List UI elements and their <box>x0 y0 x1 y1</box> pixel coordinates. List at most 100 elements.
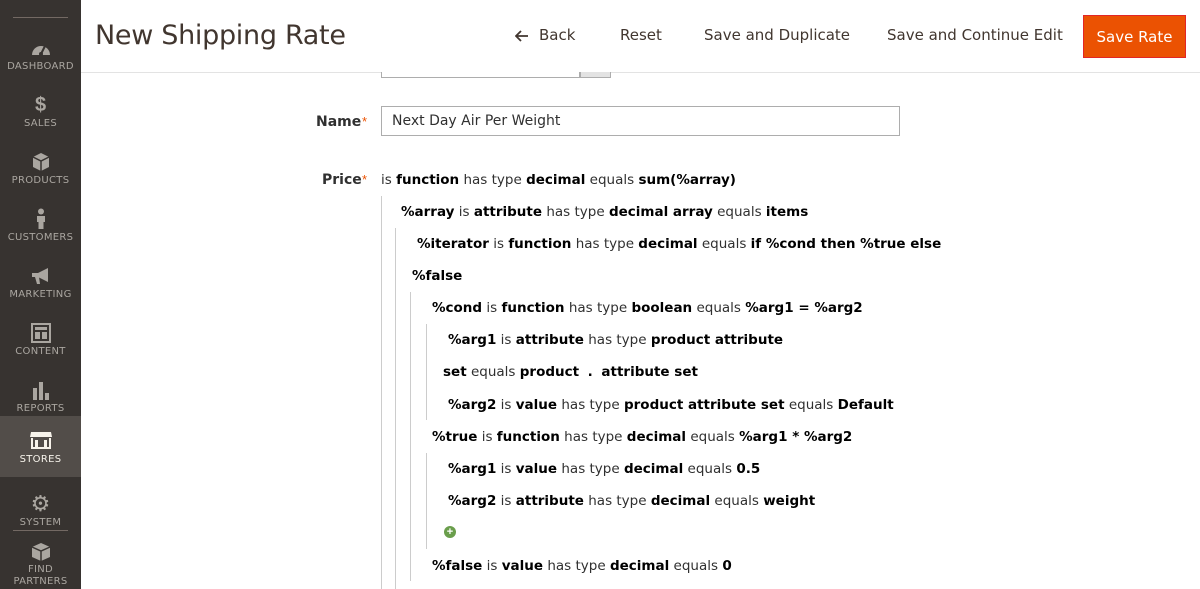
rule-token[interactable]: %arg1 <box>448 332 496 348</box>
rule-token[interactable]: attribute <box>516 332 584 348</box>
rule-token[interactable]: if %cond then %true else <box>751 236 942 252</box>
rule-token[interactable]: decimal <box>610 558 669 574</box>
rule-word: equals <box>470 364 516 380</box>
sidebar-item-dashboard[interactable]: DASHBOARD <box>0 23 81 80</box>
rule-word: equals <box>788 397 834 413</box>
rule-iterator[interactable]: %iterator is function has type decimal e… <box>417 236 941 252</box>
price-rule-root[interactable]: is function has type decimal equals sum(… <box>381 172 736 188</box>
rule-token[interactable]: function <box>396 172 459 188</box>
rule-word: equals <box>690 429 735 445</box>
rule-token[interactable]: value <box>502 558 543 574</box>
rule-token[interactable]: decimal <box>624 461 683 477</box>
rule-token[interactable]: value <box>516 397 557 413</box>
sidebar-item-reports[interactable]: REPORTS <box>0 365 81 422</box>
rule-cond-arg1-continuation[interactable]: set equals product . attribute set <box>443 364 698 380</box>
rule-word: has type <box>588 493 647 509</box>
gear-icon: ⚙ <box>30 491 51 516</box>
rule-word: has type <box>547 558 606 574</box>
rule-token[interactable]: sum(%array) <box>638 172 736 188</box>
rule-token[interactable]: product attribute <box>651 332 783 348</box>
rule-token[interactable]: decimal <box>627 429 686 445</box>
rule-token[interactable]: %cond <box>432 300 482 316</box>
rule-word: equals <box>589 172 635 188</box>
rule-word: is <box>486 558 498 574</box>
sidebar-item-products[interactable]: PRODUCTS <box>0 137 81 194</box>
sidebar-item-sales[interactable]: $ SALES <box>0 80 81 137</box>
rule-word: has type <box>561 397 620 413</box>
rule-token[interactable]: %array <box>401 204 454 220</box>
rule-token[interactable]: %false <box>432 558 482 574</box>
plus-circle-icon[interactable]: + <box>444 526 456 538</box>
rule-token[interactable]: Default <box>838 397 894 413</box>
back-button[interactable]: Back <box>514 26 576 44</box>
save-rate-button[interactable]: Save Rate <box>1083 15 1186 58</box>
sidebar-label-find-partners: FIND PARTNERS & <box>13 564 68 589</box>
rule-array[interactable]: %array is attribute has type decimal arr… <box>401 204 808 220</box>
rule-token[interactable]: %true <box>432 429 477 445</box>
rule-token[interactable]: %arg2 <box>448 493 496 509</box>
save-and-continue-button[interactable]: Save and Continue Edit <box>887 26 1063 44</box>
rule-token[interactable]: attribute <box>516 493 584 509</box>
rule-token[interactable]: decimal <box>638 236 697 252</box>
rule-word: has type <box>561 461 620 477</box>
rule-word: equals <box>717 204 762 220</box>
rule-false[interactable]: %false is value has type decimal equals … <box>432 558 732 574</box>
rule-token[interactable]: %arg1 <box>448 461 496 477</box>
rule-token[interactable]: attribute <box>474 204 542 220</box>
bar-chart-icon <box>0 379 81 401</box>
layout-icon <box>0 322 81 344</box>
sidebar-item-stores[interactable]: STORES <box>0 416 81 477</box>
rule-token[interactable]: %arg1 * %arg2 <box>739 429 852 445</box>
rule-token[interactable]: decimal array <box>609 204 713 220</box>
rule-token[interactable]: function <box>508 236 571 252</box>
sidebar-item-marketing[interactable]: MARKETING <box>0 251 81 308</box>
rule-token[interactable]: items <box>766 204 808 220</box>
rule-token[interactable]: %arg2 <box>448 397 496 413</box>
rule-token[interactable]: value <box>516 461 557 477</box>
rule-token[interactable]: 0.5 <box>736 461 760 477</box>
rule-token[interactable]: function <box>501 300 564 316</box>
rule-word: has type <box>575 236 634 252</box>
rule-token[interactable]: %arg1 = %arg2 <box>745 300 862 316</box>
rule-token[interactable]: 0 <box>722 558 731 574</box>
rule-word: is <box>493 236 505 252</box>
back-button-label: Back <box>539 26 576 44</box>
rule-token[interactable]: decimal <box>526 172 585 188</box>
sidebar-divider <box>13 530 68 531</box>
reset-button[interactable]: Reset <box>620 26 662 44</box>
rule-token[interactable]: %false <box>412 268 462 284</box>
sidebar-label-dashboard: DASHBOARD <box>7 61 74 72</box>
required-marker: * <box>362 172 368 187</box>
sidebar-item-content[interactable]: CONTENT <box>0 308 81 365</box>
rule-true[interactable]: %true is function has type decimal equal… <box>432 429 852 445</box>
rule-word: equals <box>714 493 759 509</box>
rule-token[interactable]: weight <box>763 493 815 509</box>
rule-token[interactable]: decimal <box>651 493 710 509</box>
sidebar-item-system[interactable]: ⚙ SYSTEM <box>0 479 81 536</box>
rule-word: equals <box>696 300 741 316</box>
sidebar-label-reports: REPORTS <box>16 403 65 414</box>
rule-cond-arg2[interactable]: %arg2 is value has type product attribut… <box>448 397 894 413</box>
rule-token[interactable]: boolean <box>631 300 692 316</box>
rule-true-arg1[interactable]: %arg1 is value has type decimal equals 0… <box>448 461 760 477</box>
tree-line <box>381 196 382 589</box>
rule-cond[interactable]: %cond is function has type boolean equal… <box>432 300 863 316</box>
sidebar-divider <box>13 17 68 18</box>
rule-iterator-continuation[interactable]: %false <box>412 268 462 284</box>
rule-token[interactable]: set <box>443 364 467 380</box>
rule-word: has type <box>546 204 605 220</box>
rule-token[interactable]: product attribute set <box>624 397 785 413</box>
rule-true-arg2[interactable]: %arg2 is attribute has type decimal equa… <box>448 493 815 509</box>
sidebar-item-find-partners[interactable]: FIND PARTNERS & <box>0 536 81 589</box>
sidebar-item-customers[interactable]: CUSTOMERS <box>0 194 81 251</box>
rule-token[interactable]: product <box>520 364 579 380</box>
name-input[interactable]: Next Day Air Per Weight <box>381 106 900 136</box>
rule-token[interactable]: function <box>497 429 560 445</box>
rule-word: is <box>381 172 392 188</box>
rule-token[interactable]: %iterator <box>417 236 489 252</box>
save-and-duplicate-button[interactable]: Save and Duplicate <box>704 26 850 44</box>
rule-token[interactable]: attribute set <box>601 364 698 380</box>
previous-field[interactable] <box>381 72 580 78</box>
rule-cond-arg1[interactable]: %arg1 is attribute has type product attr… <box>448 332 783 348</box>
previous-field-button[interactable] <box>580 72 611 78</box>
